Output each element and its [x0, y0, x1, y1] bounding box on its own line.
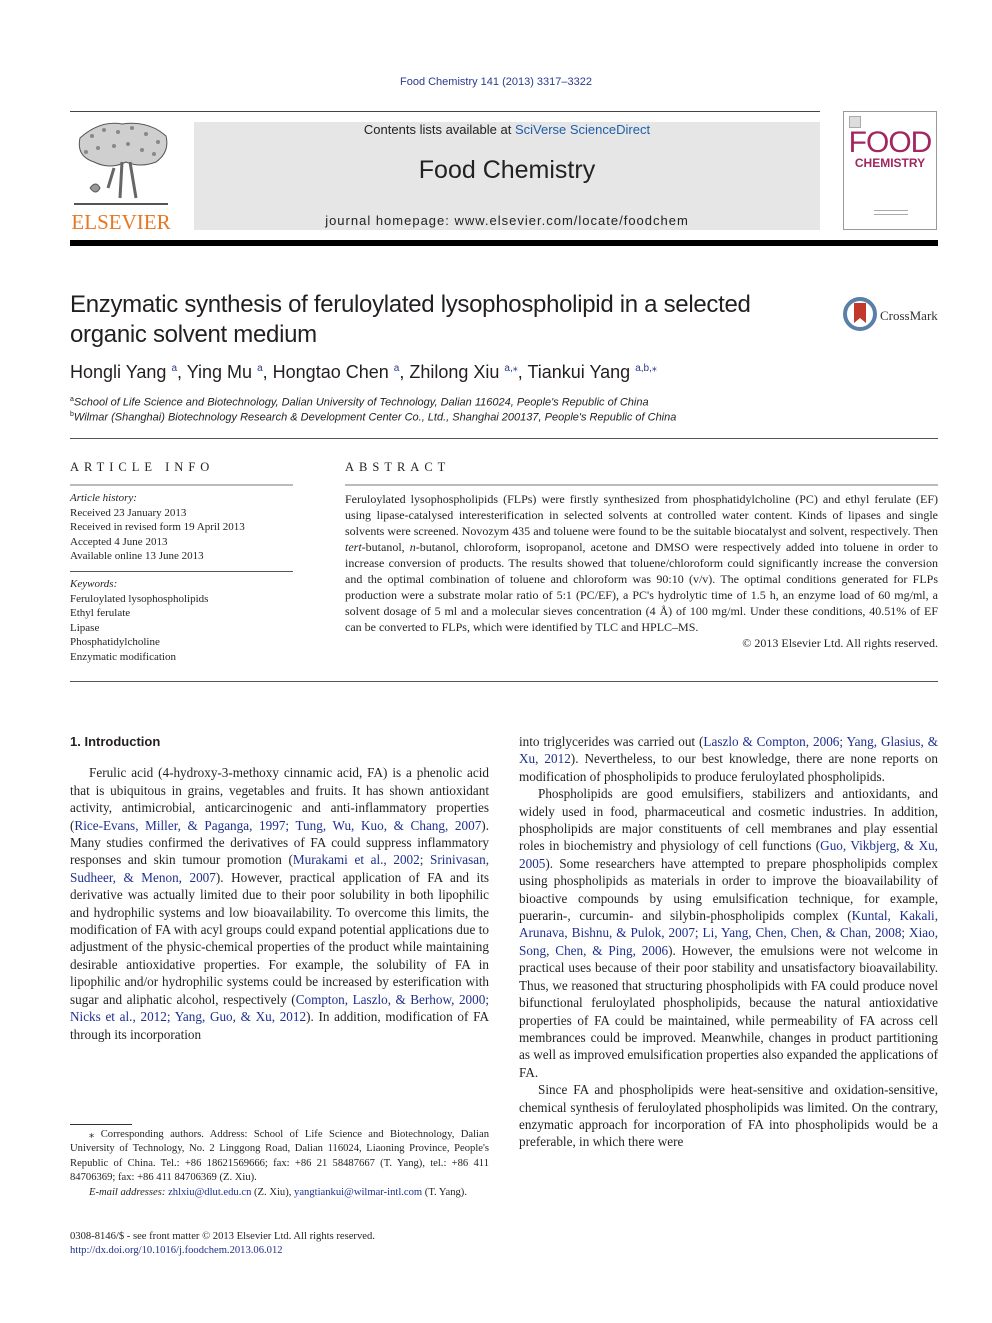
footnote-rule	[70, 1124, 132, 1125]
paragraph: into triglycerides was carried out (Lasz…	[519, 734, 938, 784]
doi-link[interactable]: http://dx.doi.org/10.1016/j.foodchem.201…	[70, 1244, 489, 1258]
abstract-copyright: © 2013 Elsevier Ltd. All rights reserved…	[742, 636, 938, 650]
journal-citation[interactable]: Food Chemistry 141 (2013) 3317–3322	[0, 76, 992, 88]
email-label: E-mail addresses:	[89, 1186, 166, 1198]
author[interactable]: Ying Mu	[187, 362, 252, 382]
article-info-heading: ARTICLE INFO	[70, 460, 215, 474]
abstract-bottom-rule	[70, 681, 938, 682]
affiliations-rule	[70, 438, 938, 439]
paragraph: Since FA and phospholipids were heat-sen…	[519, 1082, 938, 1150]
abstract-text: Feruloylated lysophospholipids (FLPs) we…	[345, 492, 938, 634]
history-item: Received in revised form 19 April 2013	[70, 521, 245, 534]
author[interactable]: Hongli Yang	[70, 362, 166, 382]
crossmark-icon	[843, 297, 877, 331]
footnotes: ⁎ Corresponding authors. Address: School…	[70, 1128, 489, 1200]
body-column-left: 1. Introduction Ferulic acid (4-hydroxy-…	[70, 733, 489, 1043]
journal-masthead: Contents lists available at SciVerse Sci…	[194, 122, 820, 230]
history-item: Available online 13 June 2013	[70, 550, 204, 563]
author-affiliation-marker[interactable]: a	[257, 363, 263, 374]
history-label: Article history:	[70, 492, 137, 504]
cover-footer-lines	[874, 210, 908, 215]
author[interactable]: Zhilong Xiu	[409, 362, 499, 382]
cover-title-food: FOOD	[848, 126, 933, 159]
keywords-label: Keywords:	[70, 577, 118, 590]
keyword[interactable]: Ethyl ferulate	[70, 606, 293, 621]
journal-title: Food Chemistry	[418, 156, 596, 184]
front-matter: 0308-8146/$ - see front matter © 2013 El…	[70, 1230, 489, 1259]
affiliation-text: Wilmar (Shanghai) Biotechnology Research…	[73, 411, 677, 424]
affiliation-text: School of Life Science and Biotechnology…	[73, 396, 649, 409]
corresponding-author-note: ⁎ Corresponding authors. Address: School…	[70, 1129, 489, 1184]
author-list: Hongli Yang a, Ying Mu a, Hongtao Chen a…	[70, 362, 657, 382]
author[interactable]: Tiankui Yang	[527, 362, 630, 382]
paragraph: Ferulic acid (4-hydroxy-3-methoxy cinnam…	[70, 765, 490, 1042]
reference-link[interactable]: Rice-Evans, Miller, & Paganga, 1997; Tun…	[74, 818, 481, 833]
elsevier-tree-icon	[70, 118, 172, 210]
keyword[interactable]: Phosphatidylcholine	[70, 635, 293, 650]
paragraph: Phospholipids are good emulsifiers, stab…	[519, 786, 938, 1080]
email-addresses: E-mail addresses: zhlxiu@dlut.edu.cn (Z.…	[89, 1186, 467, 1198]
author-affiliation-marker[interactable]: a,b,⁎	[635, 363, 657, 374]
abstract-rule	[345, 484, 938, 486]
section-heading-introduction: 1. Introduction	[70, 734, 161, 749]
affiliation-b: bWilmar (Shanghai) Biotechnology Researc…	[70, 411, 930, 424]
article-info: ARTICLE INFO Article history: Received 2…	[70, 460, 293, 665]
email-link[interactable]: yangtiankui@wilmar-intl.com	[294, 1187, 422, 1198]
keyword[interactable]: Enzymatic modification	[70, 650, 293, 665]
sciencedirect-link[interactable]: SciVerse ScienceDirect	[515, 122, 650, 137]
keyword[interactable]: Feruloylated lysophospholipids	[70, 592, 293, 607]
journal-cover-thumbnail[interactable]: FOOD CHEMISTRY	[843, 111, 937, 230]
abstract-heading: ABSTRACT	[345, 460, 451, 474]
body-column-right: into triglycerides was carried out (Lasz…	[519, 733, 938, 1151]
elsevier-wordmark: ELSEVIER	[71, 210, 171, 234]
author[interactable]: Hongtao Chen	[273, 362, 389, 382]
abstract-section: ABSTRACT Feruloylated lysophospholipids …	[345, 460, 938, 651]
elsevier-logo[interactable]: ELSEVIER	[70, 118, 172, 234]
author-affiliation-marker[interactable]: a	[171, 363, 177, 374]
author-affiliation-marker[interactable]: a	[394, 363, 400, 374]
author-affiliation-marker[interactable]: a,⁎	[504, 363, 517, 374]
contents-prefix: Contents lists available at	[363, 122, 515, 137]
crossmark-button[interactable]: CrossMark	[843, 297, 943, 335]
cover-title-chemistry: CHEMISTRY	[854, 156, 926, 170]
affiliation-a: aSchool of Life Science and Biotechnolog…	[70, 396, 930, 409]
article-info-rule	[70, 484, 293, 486]
email-link[interactable]: zhlxiu@dlut.edu.cn	[168, 1187, 251, 1198]
article-title: Enzymatic synthesis of feruloylated lyso…	[70, 291, 751, 348]
history-item: Accepted 4 June 2013	[70, 535, 168, 548]
journal-homepage[interactable]: journal homepage: www.elsevier.com/locat…	[194, 213, 820, 228]
keyword[interactable]: Lipase	[70, 621, 293, 636]
masthead-thick-rule	[70, 240, 938, 246]
header-rule	[70, 111, 820, 112]
issn-copyright: 0308-8146/$ - see front matter © 2013 El…	[70, 1231, 375, 1242]
contents-availability: Contents lists available at SciVerse Sci…	[194, 122, 820, 137]
crossmark-label: CrossMark	[880, 308, 938, 323]
history-item: Received 23 January 2013	[70, 506, 187, 519]
keywords-rule	[70, 570, 293, 572]
